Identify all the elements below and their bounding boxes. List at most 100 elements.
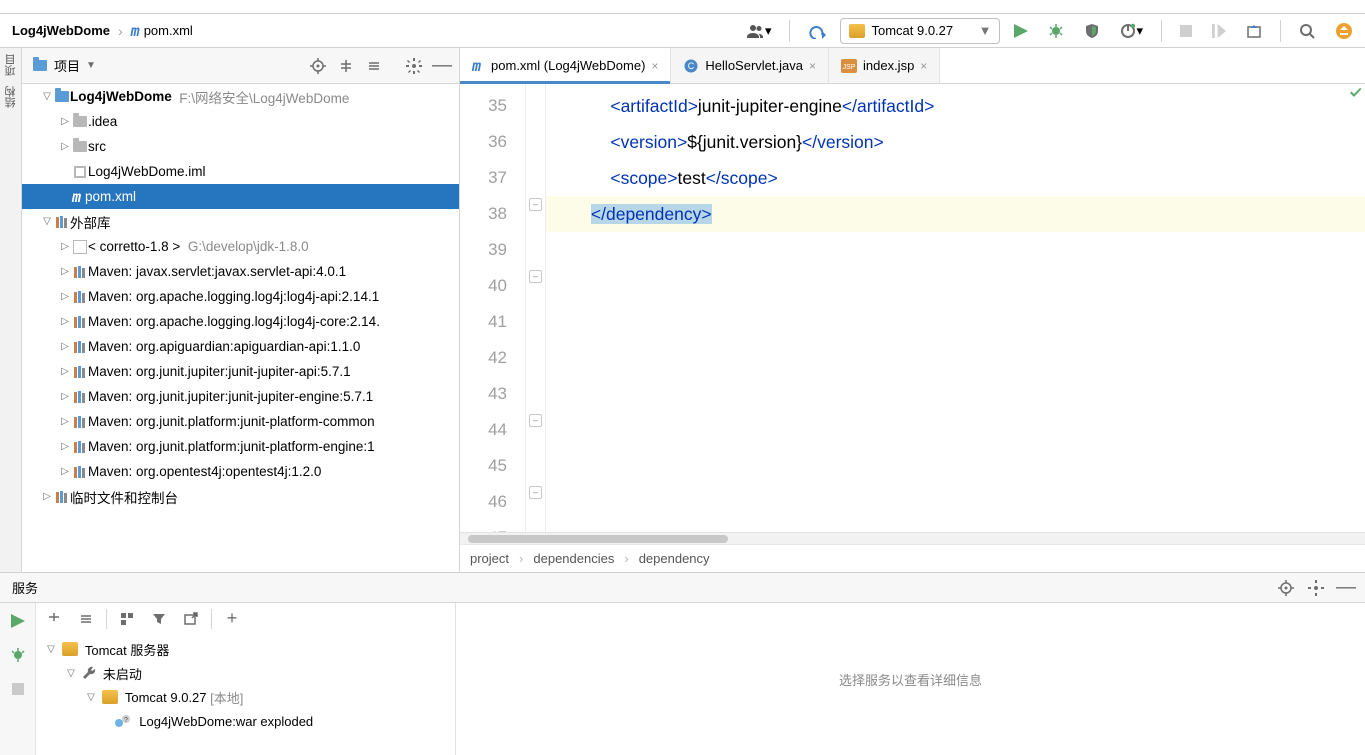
filter-icon[interactable] (147, 607, 171, 631)
tree-config-label: Tomcat 9.0.27 (125, 690, 207, 705)
fold-marker[interactable]: – (529, 198, 542, 211)
tomcat-icon (62, 642, 78, 656)
breadcrumb-project[interactable]: Log4jWebDome (6, 21, 116, 40)
tree-status-label: 未启动 (103, 664, 142, 683)
tree-item[interactable]: ▷Maven: org.apache.logging.log4j:log4j-c… (22, 309, 459, 334)
close-icon[interactable]: × (809, 59, 816, 73)
expand-all-icon[interactable] (333, 53, 359, 79)
editor-area: mpom.xml (Log4jWebDome)×CHelloServlet.ja… (460, 48, 1365, 572)
tab-label: pom.xml (Log4jWebDome) (491, 58, 645, 73)
run-config-label: Tomcat 9.0.27 (871, 23, 953, 38)
expand-all-icon[interactable] (42, 607, 66, 631)
stop-button (1174, 21, 1198, 41)
rail-project-label[interactable]: 项目 (3, 54, 19, 76)
locate-icon[interactable] (1273, 575, 1299, 601)
debug-button[interactable] (1042, 20, 1070, 42)
tree-item[interactable]: ▷Maven: org.opentest4j:opentest4j:1.2.0 (22, 459, 459, 484)
hide-icon[interactable]: — (429, 53, 455, 79)
java-class-icon: C (683, 58, 699, 74)
open-new-tab-icon[interactable] (179, 607, 203, 631)
editor-tabs: mpom.xml (Log4jWebDome)×CHelloServlet.ja… (460, 48, 1365, 84)
tree-item[interactable]: ▷.idea (22, 109, 459, 134)
tree-item[interactable]: ▷Maven: org.apache.logging.log4j:log4j-a… (22, 284, 459, 309)
tree-item[interactable]: ▷Maven: org.junit.platform:junit-platfor… (22, 434, 459, 459)
fold-strip: – – – – (526, 84, 546, 532)
fold-marker[interactable]: – (529, 270, 542, 283)
undo-arrow-icon[interactable] (802, 19, 832, 43)
tree-item[interactable]: ▷Maven: javax.servlet:javax.servlet-api:… (22, 259, 459, 284)
services-title: 服务 (6, 578, 44, 597)
scratches[interactable]: ▷临时文件和控制台 (22, 484, 459, 509)
locate-icon[interactable] (305, 53, 331, 79)
search-icon[interactable] (1293, 19, 1321, 43)
stop-button (6, 677, 30, 701)
services-left-rail (0, 603, 36, 755)
svg-text:?: ? (124, 717, 128, 724)
close-icon[interactable]: × (920, 59, 927, 73)
external-libraries[interactable]: ▽外部库 (22, 209, 459, 234)
chevron-right-icon: › (116, 23, 125, 39)
project-tool-window: 项目 ▼ — ▽Log4jWebDome F:\网络安全\Log4jWebDom… (22, 48, 460, 572)
tree-item[interactable]: ▷Maven: org.junit.jupiter:junit-jupiter-… (22, 359, 459, 384)
fold-marker[interactable]: – (529, 486, 542, 499)
services-tree-panel: + ▽ Tomcat 服务器 ▽ 未启动 ▽ Tomcat 9.0.27 [本地… (36, 603, 456, 755)
services-detail-placeholder: 选择服务以查看详细信息 (456, 603, 1365, 755)
run-button[interactable] (6, 609, 30, 633)
chevron-down-icon: ▼ (979, 23, 992, 38)
editor-tab[interactable]: CHelloServlet.java× (671, 48, 829, 83)
ide-update-icon[interactable] (1329, 18, 1359, 44)
menubar (0, 0, 1365, 14)
services-header: 服务 — (0, 573, 1365, 603)
maven-icon: m (472, 57, 481, 75)
tree-item[interactable]: Log4jWebDome.iml (22, 159, 459, 184)
tree-item[interactable]: mpom.xml (22, 184, 459, 209)
chevron-down-icon: ▼ (86, 60, 96, 71)
breadcrumb-file-label: pom.xml (144, 23, 193, 38)
tree-root-label: Tomcat 服务器 (85, 640, 170, 659)
navigation-bar: Log4jWebDome › m pom.xml ▾ Tomcat 9.0.27… (0, 14, 1365, 48)
project-tree[interactable]: ▽Log4jWebDome F:\网络安全\Log4jWebDome▷.idea… (22, 84, 459, 572)
editor-gutter: 35363738394041424344454647 (460, 84, 526, 532)
svg-text:C: C (688, 61, 695, 71)
users-icon[interactable]: ▾ (741, 19, 778, 43)
collapse-all-icon[interactable] (361, 53, 387, 79)
project-view-combo[interactable]: 项目 ▼ (26, 52, 102, 79)
breadcrumb-file[interactable]: m pom.xml (125, 20, 199, 42)
code-editor[interactable]: <artifactId>junit-jupiter-engine</artifa… (546, 84, 1365, 532)
services-tree[interactable]: ▽ Tomcat 服务器 ▽ 未启动 ▽ Tomcat 9.0.27 [本地] … (36, 635, 455, 755)
breadcrumb-item[interactable]: dependency (639, 551, 710, 566)
project-root[interactable]: ▽Log4jWebDome F:\网络安全\Log4jWebDome (22, 84, 459, 109)
rail-structure-label[interactable]: 结构 (3, 86, 19, 108)
ok-status-icon (1349, 86, 1363, 100)
gear-icon[interactable] (1303, 575, 1329, 601)
coverage-button[interactable] (1078, 19, 1106, 43)
editor-breadcrumb: project› dependencies› dependency (460, 544, 1365, 572)
close-icon[interactable]: × (651, 59, 658, 73)
tree-item[interactable]: ▷src (22, 134, 459, 159)
editor-tab[interactable]: JSPindex.jsp× (829, 48, 940, 83)
run-button[interactable] (1008, 20, 1034, 42)
run-config-combo[interactable]: Tomcat 9.0.27 ▼ (840, 18, 1000, 44)
gear-icon[interactable] (401, 53, 427, 79)
update-button[interactable] (1240, 19, 1268, 43)
tree-item[interactable]: ▷Maven: org.apiguardian:apiguardian-api:… (22, 334, 459, 359)
tree-item[interactable]: ▷Maven: org.junit.jupiter:junit-jupiter-… (22, 384, 459, 409)
breadcrumb-item[interactable]: dependencies (533, 551, 614, 566)
debug-button[interactable] (6, 643, 30, 667)
tree-item[interactable]: ▷< corretto-1.8 > G:\develop\jdk-1.8.0 (22, 234, 459, 259)
tree-item[interactable]: ▷Maven: org.junit.platform:junit-platfor… (22, 409, 459, 434)
tree-config-note: [本地] (210, 688, 243, 707)
editor-tab[interactable]: m pom.xml (Log4jWebDome) × (460, 48, 671, 83)
editor-horizontal-scrollbar[interactable] (460, 532, 1365, 544)
project-header: 项目 ▼ — (22, 48, 459, 84)
hide-icon[interactable]: — (1333, 575, 1359, 601)
svg-text:JSP: JSP (843, 64, 856, 71)
fold-marker[interactable]: – (529, 414, 542, 427)
add-icon[interactable]: + (220, 607, 244, 631)
resume-button (1206, 20, 1232, 42)
left-tool-rail: 项目 结构 (0, 48, 22, 572)
maven-icon: m (131, 22, 140, 40)
group-icon[interactable] (115, 607, 139, 631)
collapse-all-icon[interactable] (74, 607, 98, 631)
profile-button[interactable]: ▾ (1114, 19, 1149, 43)
